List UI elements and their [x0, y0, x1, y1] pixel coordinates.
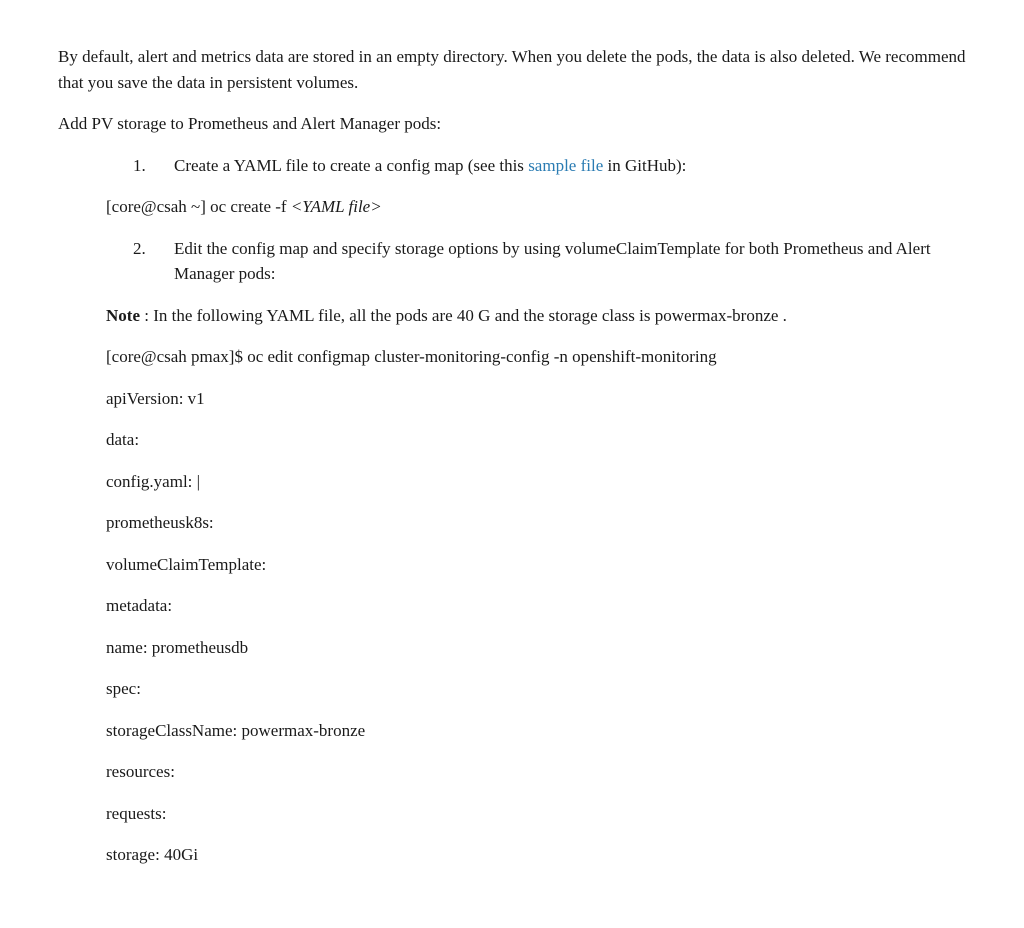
step-1-text-prefix: Create a YAML file to create a config ma…	[174, 156, 528, 175]
command-edit: [core@csah pmax]$ oc edit configmap clus…	[106, 344, 966, 370]
yaml-line: prometheusk8s:	[106, 510, 966, 536]
note-paragraph: Note : In the following YAML file, all t…	[106, 303, 966, 329]
yaml-line: config.yaml: |	[106, 469, 966, 495]
command-create: [core@csah ~] oc create -f <YAML file>	[106, 194, 966, 220]
yaml-line: data:	[106, 427, 966, 453]
yaml-line: volumeClaimTemplate:	[106, 552, 966, 578]
yaml-line: apiVersion: v1	[106, 386, 966, 412]
yaml-line: requests:	[106, 801, 966, 827]
note-label: Note	[106, 306, 140, 325]
yaml-line: name: prometheusdb	[106, 635, 966, 661]
yaml-line: storageClassName: powermax-bronze	[106, 718, 966, 744]
yaml-line: metadata:	[106, 593, 966, 619]
command-create-prefix: [core@csah ~] oc create -f	[106, 197, 291, 216]
sample-file-link[interactable]: sample file	[528, 156, 603, 175]
yaml-line: spec:	[106, 676, 966, 702]
instruction-heading: Add PV storage to Prometheus and Alert M…	[58, 111, 966, 137]
command-create-arg: <YAML file>	[291, 197, 382, 216]
yaml-line: resources:	[106, 759, 966, 785]
step-1: Create a YAML file to create a config ma…	[150, 153, 966, 179]
yaml-line: storage: 40Gi	[106, 842, 966, 868]
note-text: : In the following YAML file, all the po…	[140, 306, 787, 325]
step-2: Edit the config map and specify storage …	[150, 236, 966, 287]
step-1-text-suffix: in GitHub):	[603, 156, 686, 175]
intro-paragraph: By default, alert and metrics data are s…	[58, 44, 966, 95]
